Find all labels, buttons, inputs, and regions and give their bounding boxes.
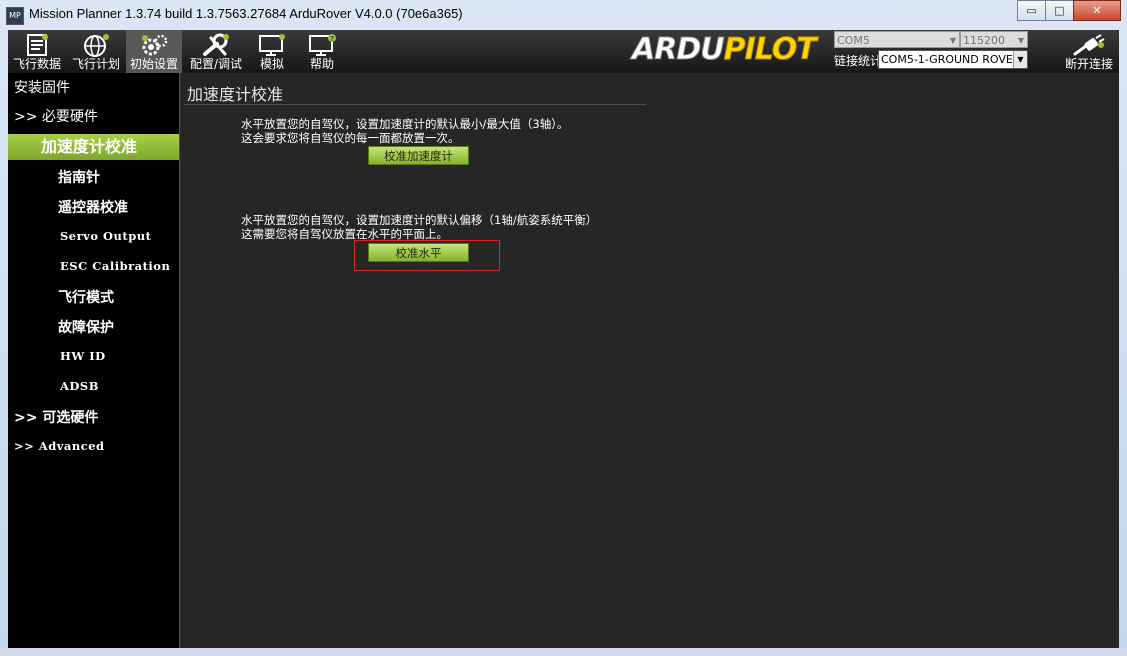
link-select[interactable]: COM5-1-GROUND ROVER ▼ <box>878 50 1028 69</box>
config-tuning-icon <box>203 33 229 56</box>
toolbar-flight-plan[interactable]: 飞行计划 <box>68 30 124 73</box>
simulation-icon <box>259 34 285 56</box>
logo-pilot-text: PILOT <box>723 32 817 68</box>
level-description-line1: 水平放置您的自驾仪，设置加速度计的默认偏移（1轴/航姿系统平衡） <box>241 213 598 227</box>
title-bar: MP Mission Planner 1.3.74 build 1.3.7563… <box>0 0 1127 30</box>
flight-plan-icon <box>84 34 109 57</box>
maximize-icon: □ <box>1054 4 1065 17</box>
port-select[interactable]: COM5 ▼ <box>834 31 960 48</box>
level-description-line2: 这需要您将自驾仪放置在水平的平面上。 <box>241 227 448 241</box>
baud-select[interactable]: 115200 ▼ <box>960 31 1028 48</box>
minimize-icon: ▭ <box>1026 4 1037 17</box>
main-toolbar: 飞行数据 飞行计划 初始设置 配置/调试 模拟 ? 帮助 ARDUPILOT C… <box>8 30 1119 73</box>
highlight-box <box>354 240 500 271</box>
flight-data-icon <box>27 34 48 56</box>
disconnect-button[interactable]: 断开连接 <box>1060 30 1118 73</box>
chevron-down-icon: ▼ <box>1013 51 1027 68</box>
link-select-value: COM5-1-GROUND ROVER <box>881 53 1021 66</box>
toolbar-initial-setup-label: 初始设置 <box>129 57 178 71</box>
port-select-value: COM5 <box>837 34 870 47</box>
sidebar-item-accel-calibration[interactable]: 加速度计校准 <box>8 134 188 160</box>
svg-text:?: ? <box>330 35 334 43</box>
chevron-down-icon: ▼ <box>949 36 956 45</box>
toolbar-simulation-label: 模拟 <box>259 57 284 71</box>
help-icon: ? <box>309 34 336 56</box>
toolbar-config-tuning[interactable]: 配置/调试 <box>186 30 246 73</box>
sidebar-item-accel-calibration-label: 加速度计校准 <box>41 137 138 156</box>
toolbar-flight-data-label: 飞行数据 <box>12 57 61 71</box>
main-area: 安装固件 >> 必要硬件 加速度计校准 指南针 遥控器校准 Servo Outp… <box>8 73 1119 648</box>
plug-icon <box>1073 34 1105 56</box>
application-window: MP Mission Planner 1.3.74 build 1.3.7563… <box>0 0 1127 656</box>
close-icon: ✕ <box>1092 4 1102 17</box>
toolbar-help-label: 帮助 <box>309 57 334 71</box>
toolbar-flight-plan-label: 飞行计划 <box>71 57 120 71</box>
status-bar <box>0 648 1127 656</box>
baud-select-value: 115200 <box>963 34 1005 47</box>
accel-calibration-panel: 加速度计校准 水平放置您的自驾仪，设置加速度计的默认最小/最大值（3轴）。 这会… <box>180 73 1119 648</box>
toolbar-simulation[interactable]: 模拟 <box>252 30 292 73</box>
accel-description-line1: 水平放置您的自驾仪，设置加速度计的默认最小/最大值（3轴）。 <box>241 117 569 131</box>
initial-setup-icon <box>142 34 168 56</box>
minimize-button[interactable]: ▭ <box>1017 0 1046 21</box>
logo-ardu-text: ARDU <box>632 32 726 68</box>
disconnect-label: 断开连接 <box>1064 57 1113 71</box>
toolbar-config-tuning-label: 配置/调试 <box>189 57 243 71</box>
toolbar-initial-setup[interactable]: 初始设置 <box>126 30 182 73</box>
sidebar-item-install-firmware[interactable]: 安装固件 <box>8 77 185 99</box>
accel-description-line2: 这会要求您将自驾仪的每一面都放置一次。 <box>241 131 460 145</box>
setup-sidebar: 安装固件 >> 必要硬件 加速度计校准 指南针 遥控器校准 Servo Outp… <box>8 73 188 648</box>
window-controls: ▭ □ ✕ <box>1017 0 1121 21</box>
chevron-down-icon: ▼ <box>1017 36 1024 45</box>
sidebar-item-mandatory-hardware[interactable]: >> 必要硬件 <box>8 106 185 128</box>
toolbar-help[interactable]: ? 帮助 <box>300 30 344 73</box>
maximize-button[interactable]: □ <box>1045 0 1074 21</box>
calibrate-accel-button[interactable]: 校准加速度计 <box>368 146 469 165</box>
sidebar-item-optional-hardware[interactable]: >> 可选硬件 <box>8 407 185 429</box>
sidebar-item-advanced[interactable]: >> Advanced <box>8 439 185 461</box>
close-button[interactable]: ✕ <box>1073 0 1121 21</box>
ardupilot-logo: ARDUPILOT <box>632 32 838 68</box>
page-title: 加速度计校准 <box>187 85 284 104</box>
link-stats-label[interactable]: 链接统计 <box>834 52 882 69</box>
toolbar-flight-data[interactable]: 飞行数据 <box>8 30 66 73</box>
window-title: Mission Planner 1.3.74 build 1.3.7563.27… <box>29 6 463 21</box>
mission-planner-app-icon: MP <box>6 7 24 25</box>
title-divider <box>184 104 646 105</box>
